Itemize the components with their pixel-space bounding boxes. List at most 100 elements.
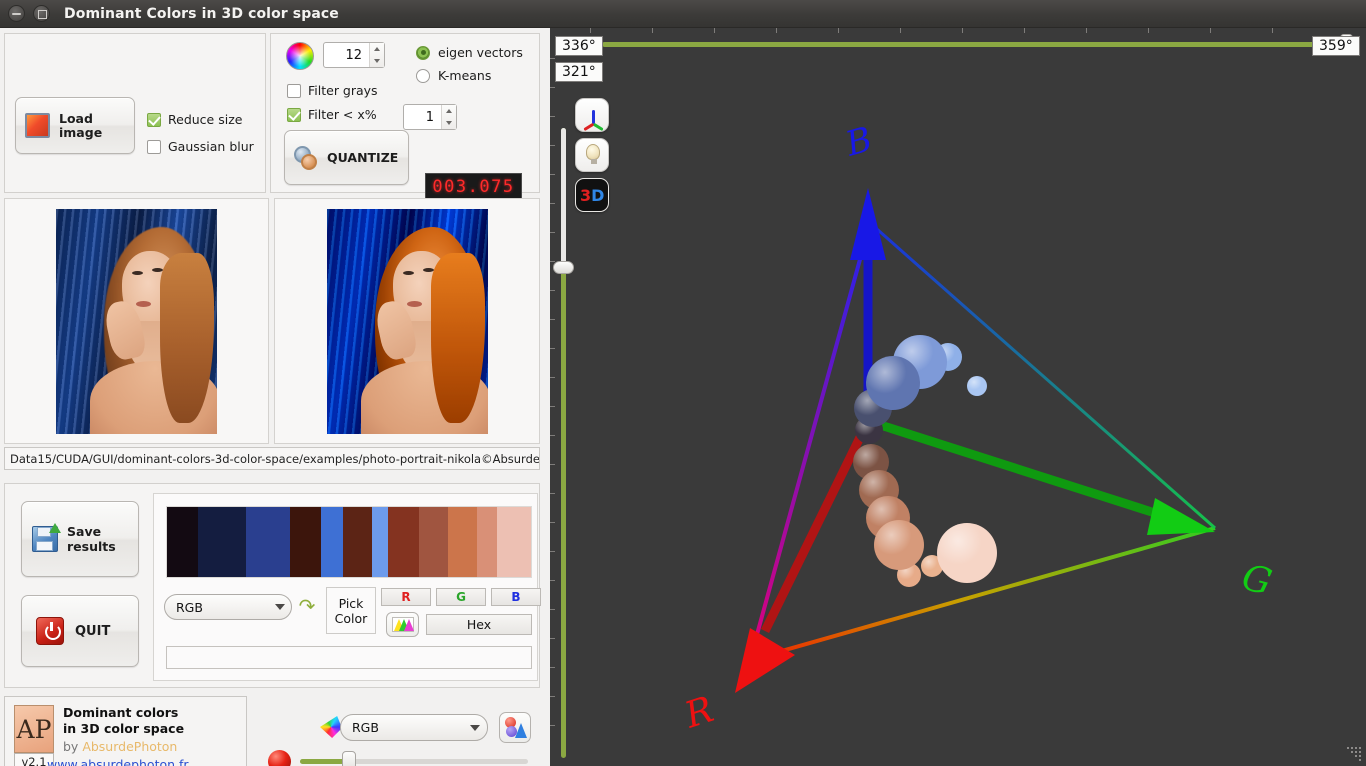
image-path-bar: Data15/CUDA/GUI/dominant-colors-3d-color… [4, 447, 540, 470]
palette-swatch[interactable] [387, 507, 419, 577]
app-window: Dominant Colors in 3D color space Load i… [0, 0, 1366, 766]
kmeans-radio-row[interactable]: K-means [416, 68, 491, 83]
triangles-icon [391, 617, 414, 632]
nb-colors-stepper[interactable] [369, 43, 384, 67]
axis-green-arrow [1147, 498, 1215, 535]
nb-colors-spinbox[interactable]: 12 [323, 42, 385, 68]
eigen-vectors-label: eigen vectors [438, 45, 523, 60]
palette-swatch[interactable] [245, 507, 291, 577]
color-sphere-highlight [866, 356, 920, 410]
image-path-text: Data15/CUDA/GUI/dominant-colors-3d-color… [10, 451, 540, 466]
blue-label: B [511, 590, 521, 604]
filter-percent-stepper[interactable] [441, 105, 456, 129]
chevron-down-icon [470, 724, 480, 731]
save-results-label-line2: results [67, 539, 116, 554]
gaussian-blur-label: Gaussian blur [168, 139, 254, 154]
elapsed-time-value: 003.075 [432, 176, 515, 197]
reduce-size-checkbox-row[interactable]: Reduce size [147, 112, 242, 127]
load-image-button[interactable]: Load image [15, 97, 135, 154]
palette-swatch[interactable] [167, 507, 198, 577]
hex-label: Hex [466, 617, 492, 632]
about-by-prefix: by [63, 739, 83, 754]
nb-colors-value: 12 [345, 47, 362, 63]
quit-label: QUIT [75, 623, 111, 639]
green-label: G [456, 590, 466, 604]
axis-red-line [760, 419, 873, 633]
color-name-field[interactable] [166, 646, 532, 669]
filter-percent-checkbox[interactable] [287, 107, 301, 122]
reduce-size-checkbox[interactable] [147, 112, 161, 127]
color-picker-button[interactable] [386, 612, 419, 637]
axis-blue-arrow [850, 188, 886, 260]
palette-swatch[interactable] [371, 507, 388, 577]
filter-grays-checkbox[interactable] [287, 83, 301, 98]
quantize-label: QUANTIZE [327, 150, 399, 165]
gaussian-blur-checkbox-row[interactable]: Gaussian blur [147, 139, 254, 154]
dominant-colors-palette[interactable] [166, 506, 532, 578]
about-website-link[interactable]: www.absurdephoton.fr [47, 757, 189, 766]
color-sphere-highlight [967, 376, 987, 396]
pick-color-button[interactable]: Pick Color [326, 587, 376, 634]
filter-percent-spinbox[interactable]: 1 [403, 104, 457, 130]
minimize-icon[interactable] [8, 5, 25, 22]
palette-swatch[interactable] [290, 507, 322, 577]
load-image-label-line2: image [59, 124, 103, 140]
sphere-size-slider[interactable] [300, 751, 528, 766]
quit-button[interactable]: QUIT [21, 595, 139, 667]
reduce-size-label: Reduce size [168, 112, 243, 127]
palette-swatch[interactable] [418, 507, 449, 577]
load-image-label-line1: Load [59, 110, 93, 126]
load-image-panel: Load image Reduce size Gaussian blur [4, 33, 266, 193]
hex-value-field: Hex [426, 614, 532, 635]
palette-swatch[interactable] [321, 507, 344, 577]
view-color-space-select[interactable]: RGB [340, 714, 488, 741]
sphere-size-slider-handle[interactable] [342, 751, 356, 766]
quantized-image-thumbnail[interactable] [274, 198, 540, 444]
resize-grip-icon[interactable] [1347, 747, 1361, 761]
source-image-thumbnail[interactable] [4, 198, 269, 444]
kmeans-radio[interactable] [416, 68, 430, 83]
palette-swatch[interactable] [477, 507, 498, 577]
palette-swatch[interactable] [497, 507, 531, 577]
filter-percent-label: Filter < x% [308, 107, 377, 122]
chevron-down-icon [275, 604, 285, 610]
quantize-button[interactable]: QUANTIZE [284, 130, 409, 185]
color-sphere-highlight [874, 520, 924, 570]
color-space-selected-value: RGB [176, 599, 203, 615]
logo-text: AP [16, 714, 52, 744]
left-control-column: Load image Reduce size Gaussian blur 12 [0, 28, 550, 766]
palette-swatch[interactable] [197, 507, 246, 577]
axis-label-g: G [1238, 557, 1276, 604]
absurdephoton-logo-icon: AP [14, 705, 54, 753]
palette-swatch[interactable] [343, 507, 372, 577]
about-title-line1: Dominant colors [63, 705, 179, 720]
color-space-select[interactable]: RGB [164, 594, 292, 620]
about-author-row: by AbsurdePhoton [63, 739, 177, 754]
axis-label-r: R [679, 689, 718, 737]
filter-grays-checkbox-row[interactable]: Filter grays [287, 83, 378, 98]
about-author: AbsurdePhoton [82, 739, 178, 754]
red-value-field: R [381, 588, 431, 606]
gears-icon [293, 145, 319, 170]
3d-bubbles-button[interactable] [499, 712, 531, 743]
gaussian-blur-checkbox[interactable] [147, 139, 161, 154]
kmeans-label: K-means [438, 68, 492, 83]
filter-percent-checkbox-row[interactable]: Filter < x% [287, 107, 377, 122]
eigen-vectors-radio[interactable] [416, 45, 430, 60]
palette-frame: RGB ↷ Pick Color R G B Hex [153, 493, 541, 681]
results-panel: Save results QUIT RGB ↷ Pick Color R G B… [4, 483, 541, 688]
3d-color-space-view[interactable]: 336° 321° 359° 3D R G B [550, 28, 1366, 766]
image-icon [25, 113, 50, 138]
blue-value-field: B [491, 588, 541, 606]
3d-scene-canvas[interactable]: R G B [550, 28, 1366, 766]
filter-grays-label: Filter grays [308, 83, 378, 98]
save-disk-icon [32, 523, 61, 552]
eigen-vectors-radio-row[interactable]: eigen vectors [416, 45, 523, 60]
palette-swatch[interactable] [448, 507, 478, 577]
quantized-photo [326, 208, 488, 434]
maximize-icon[interactable] [33, 5, 50, 22]
reset-arrow-icon[interactable]: ↷ [296, 595, 318, 619]
save-results-button[interactable]: Save results [21, 501, 139, 577]
dominant-color-spheres[interactable] [853, 335, 997, 587]
window-title: Dominant Colors in 3D color space [64, 5, 339, 22]
